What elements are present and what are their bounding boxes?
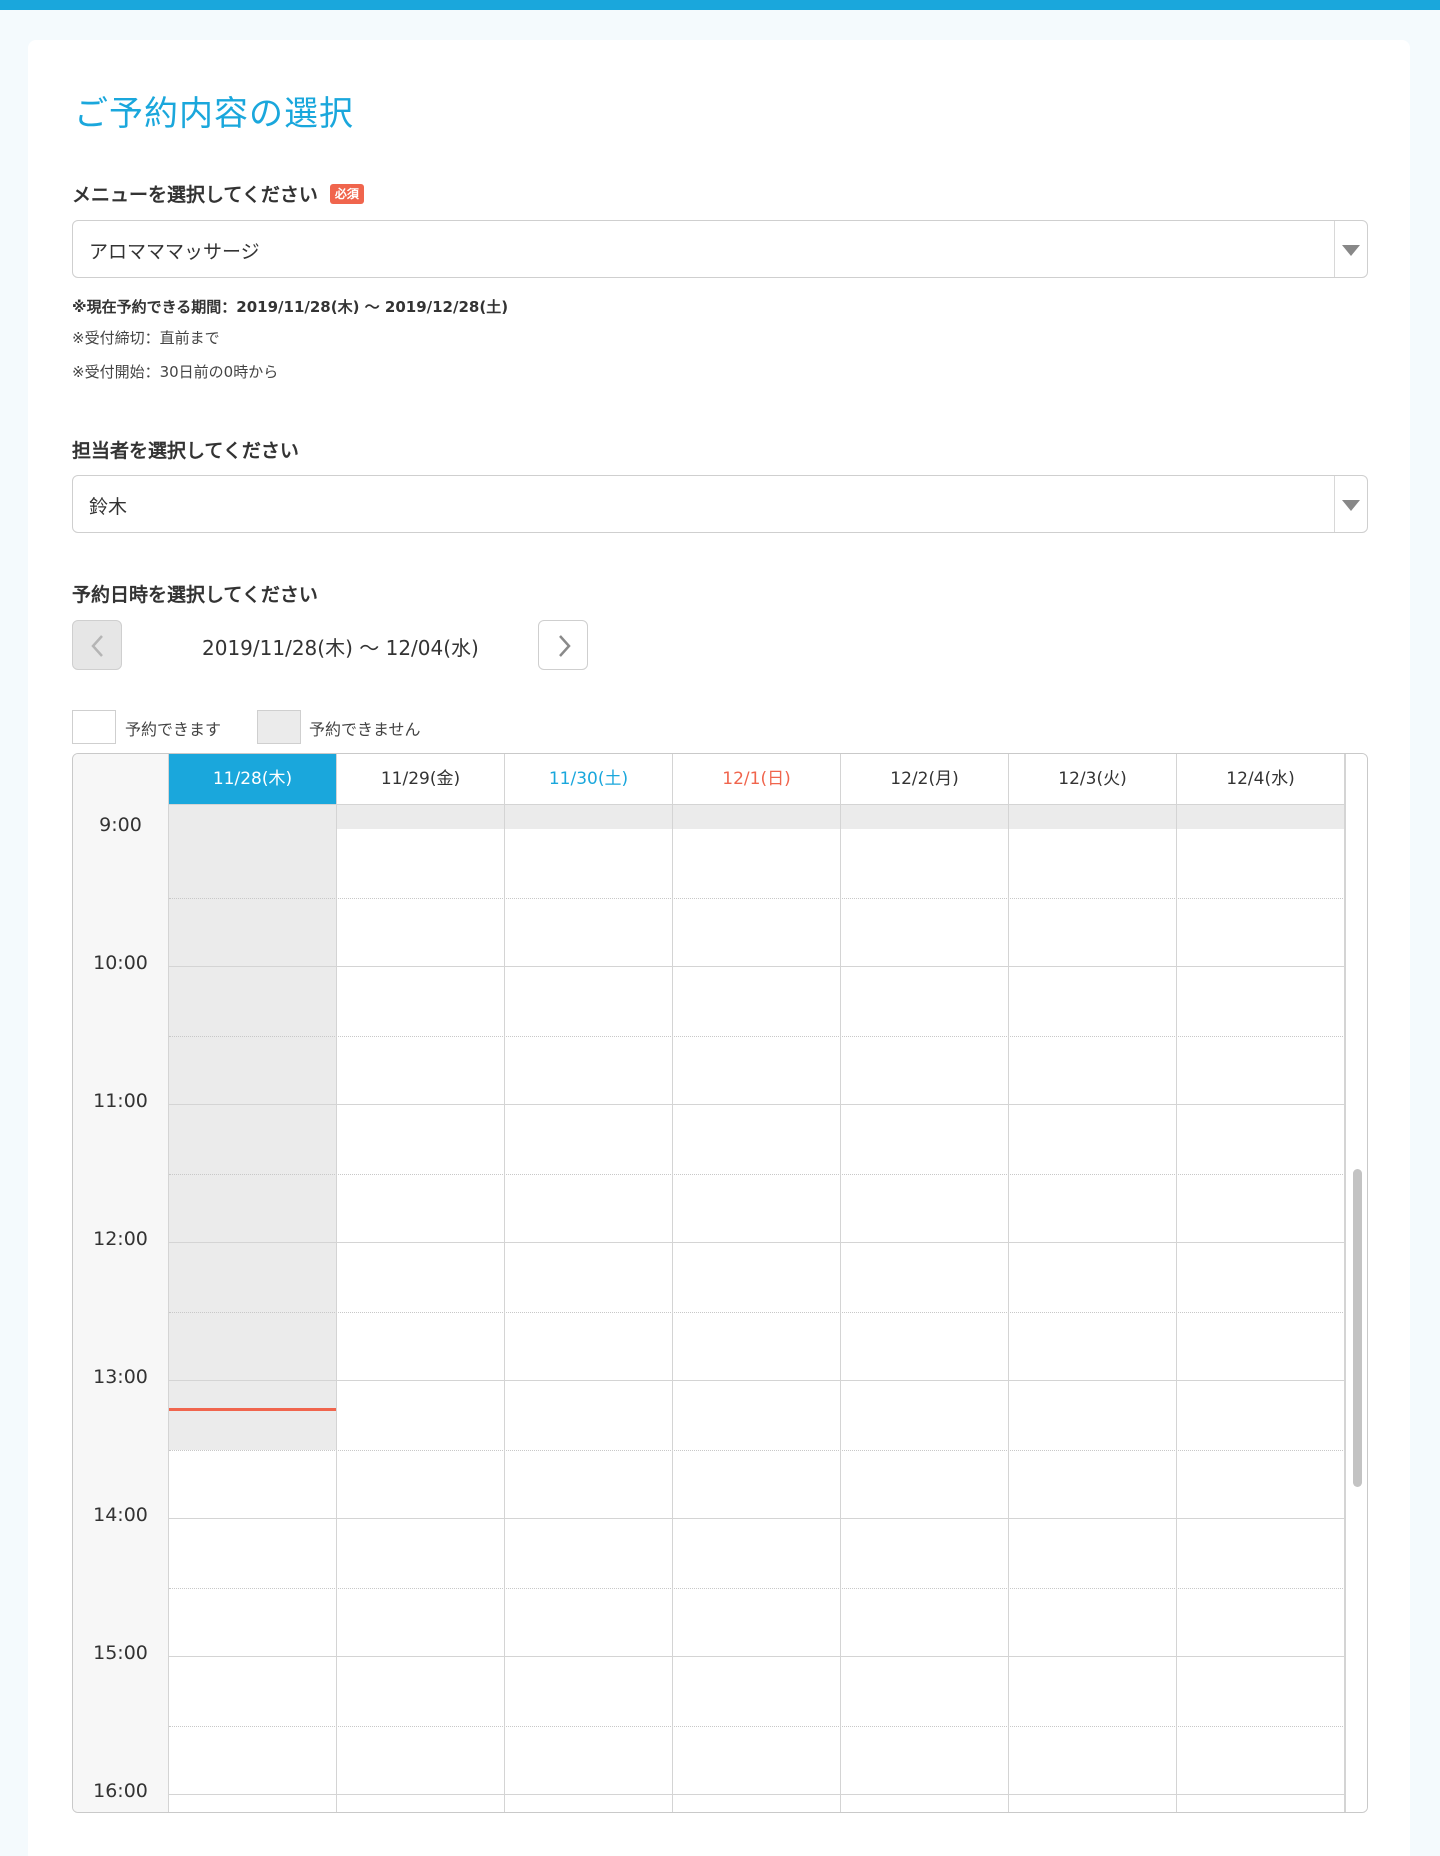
calendar-scrollbar[interactable] bbox=[1345, 754, 1367, 1812]
chevron-left-icon bbox=[91, 635, 103, 657]
date-range-label: 2019/11/28(木) 〜 12/04(水) bbox=[202, 636, 479, 660]
day-header: 12/4(水) bbox=[1177, 754, 1345, 805]
chevron-right-icon bbox=[559, 635, 571, 657]
deadline-note: ※受付締切：直前まで bbox=[72, 329, 220, 347]
legend-unavailable-swatch bbox=[257, 710, 301, 744]
menu-select-value: アロマママッサージ bbox=[89, 241, 260, 263]
staff-select[interactable]: 鈴木 bbox=[72, 475, 1368, 533]
chevron-down-icon bbox=[1342, 500, 1360, 511]
day-column[interactable] bbox=[337, 805, 505, 1812]
booking-period-note: ※現在予約できる期間：2019/11/28(木) 〜 2019/12/28(土) bbox=[72, 298, 509, 316]
menu-field-label: メニューを選択してください 必須 bbox=[72, 180, 364, 207]
legend-available-label: 予約できます bbox=[125, 720, 222, 739]
time-label: 14:00 bbox=[93, 1504, 148, 1526]
datetime-field-label: 予約日時を選択してください bbox=[72, 584, 318, 606]
menu-select-arrow[interactable] bbox=[1334, 221, 1367, 277]
day-header-saturday: 11/30(土) bbox=[505, 754, 673, 805]
time-column: 9:00 10:00 11:00 12:00 13:00 14:00 15:00… bbox=[73, 754, 169, 1812]
staff-select-arrow[interactable] bbox=[1334, 476, 1367, 532]
calendar-body bbox=[169, 805, 1345, 1812]
page-title: ご予約内容の選択 bbox=[74, 94, 354, 134]
time-label: 13:00 bbox=[93, 1366, 148, 1388]
day-column[interactable] bbox=[169, 805, 337, 1812]
prev-week-button[interactable] bbox=[72, 620, 122, 670]
day-header: 11/29(金) bbox=[337, 754, 505, 805]
legend-available-swatch bbox=[72, 710, 116, 744]
day-column[interactable] bbox=[1177, 805, 1345, 1812]
day-header-sunday: 12/1(日) bbox=[673, 754, 841, 805]
current-time-indicator bbox=[169, 1408, 336, 1411]
day-header: 12/3(火) bbox=[1009, 754, 1177, 805]
menu-label-text: メニューを選択してください bbox=[72, 184, 318, 206]
scrollbar-thumb[interactable] bbox=[1353, 1169, 1362, 1487]
time-label: 9:00 bbox=[99, 814, 142, 836]
day-column[interactable] bbox=[505, 805, 673, 1812]
next-week-button[interactable] bbox=[538, 620, 588, 670]
time-label: 15:00 bbox=[93, 1642, 148, 1664]
calendar-grid: 9:00 10:00 11:00 12:00 13:00 14:00 15:00… bbox=[72, 753, 1368, 1813]
start-note: ※受付開始：30日前の0時から bbox=[72, 363, 279, 381]
chevron-down-icon bbox=[1342, 245, 1360, 256]
time-label: 10:00 bbox=[93, 952, 148, 974]
day-column[interactable] bbox=[1009, 805, 1177, 1812]
day-column[interactable] bbox=[841, 805, 1009, 1812]
day-header-today: 11/28(木) bbox=[169, 754, 337, 805]
staff-select-value: 鈴木 bbox=[89, 496, 128, 518]
required-badge: 必須 bbox=[329, 184, 364, 204]
legend-unavailable-label: 予約できません bbox=[309, 720, 421, 739]
day-column[interactable] bbox=[673, 805, 841, 1812]
time-label: 11:00 bbox=[93, 1090, 148, 1112]
time-label: 12:00 bbox=[93, 1228, 148, 1250]
top-accent-bar bbox=[0, 0, 1440, 10]
staff-field-label: 担当者を選択してください bbox=[72, 440, 299, 462]
time-label: 16:00 bbox=[93, 1780, 148, 1802]
day-header: 12/2(月) bbox=[841, 754, 1009, 805]
menu-select[interactable]: アロマママッサージ bbox=[72, 220, 1368, 278]
